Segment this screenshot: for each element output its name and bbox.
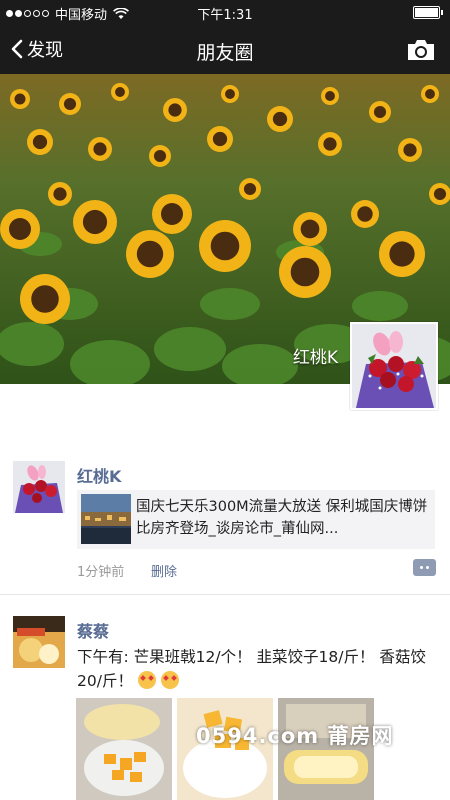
status-time: 下午1:31: [197, 8, 253, 23]
navigation-bar: 发现 朋友圈: [0, 26, 450, 74]
post-time: 1分钟前: [77, 565, 125, 580]
post-photo[interactable]: [76, 698, 172, 800]
post-text: 下午有: 芒果班戟12/个！ 韭菜饺子18/斤！ 香菇饺20/斤！: [77, 645, 437, 693]
shared-link-title: 国庆七天乐300M流量大放送 保利城国庆博饼比房齐登场_谈房论市_莆仙网...: [136, 499, 428, 537]
flower-bouquet-image: [13, 461, 65, 513]
battery-icon: [413, 6, 443, 19]
heart-eyes-emoji: [160, 671, 179, 689]
post-author[interactable]: 红桃K: [77, 463, 121, 487]
heart-eyes-emoji: [137, 671, 156, 689]
profile-avatar[interactable]: [350, 322, 438, 410]
shared-link-card[interactable]: 国庆七天乐300M流量大放送 保利城国庆博饼比房齐登场_谈房论市_莆仙网...: [77, 490, 435, 549]
post-body: 下午有: 芒果班戟12/个！ 韭菜饺子18/斤！ 香菇饺20/斤！: [77, 648, 426, 690]
link-thumbnail: [81, 494, 131, 544]
mango-dessert-image: [76, 698, 172, 800]
moments-screen: 中国移动 下午1:31 发现 朋友圈 红桃K 红桃K 国庆七天乐300M流量大放…: [0, 0, 450, 800]
camera-icon[interactable]: [406, 38, 436, 62]
comment-icon[interactable]: [413, 559, 436, 576]
delete-button[interactable]: 删除: [151, 561, 177, 580]
moment-post: 蔡蔡 下午有: 芒果班戟12/个！ 韭菜饺子18/斤！ 香菇饺20/斤！: [0, 610, 450, 800]
post-avatar[interactable]: [13, 616, 65, 668]
page-title: 朋友圈: [196, 42, 254, 64]
post-author[interactable]: 蔡蔡: [77, 618, 109, 642]
food-image: [13, 616, 65, 668]
status-bar: 中国移动 下午1:31: [0, 0, 450, 26]
watermark: 0594.com 莆房网: [196, 724, 394, 748]
cover-user-name: 红桃K: [292, 348, 338, 368]
moment-post: 红桃K 国庆七天乐300M流量大放送 保利城国庆博饼比房齐登场_谈房论市_莆仙网…: [0, 455, 450, 595]
flower-bouquet-image: [352, 324, 436, 408]
post-avatar[interactable]: [13, 461, 65, 513]
